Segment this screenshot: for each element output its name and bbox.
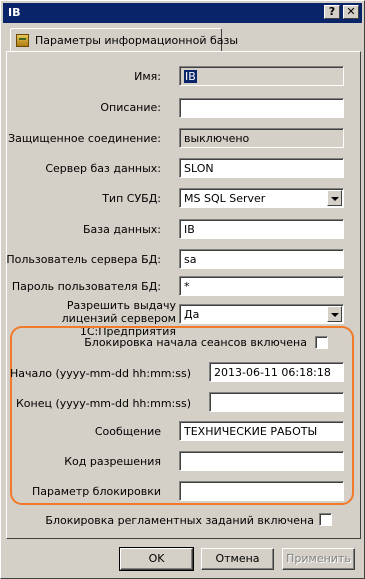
licenses-select[interactable]: Да bbox=[179, 304, 344, 324]
window-title: IB bbox=[8, 6, 21, 19]
permission-code-field[interactable] bbox=[179, 451, 344, 471]
message-field[interactable]: ТЕХНИЧЕСКИЕ РАБОТЫ bbox=[179, 421, 344, 441]
apply-button[interactable]: Применить bbox=[282, 548, 355, 570]
dialog-window: IB ? ✕ Параметры информационной базы Имя… bbox=[0, 0, 365, 579]
lock-param-label: Параметр блокировки bbox=[31, 485, 161, 498]
dbms-type-value: MS SQL Server bbox=[184, 192, 266, 205]
database-field[interactable]: IB bbox=[179, 219, 344, 239]
database-icon bbox=[16, 34, 29, 47]
db-server-field[interactable]: SLON bbox=[179, 158, 344, 178]
db-password-field[interactable]: * bbox=[179, 276, 344, 296]
description-label: Описание: bbox=[100, 101, 161, 114]
cancel-button[interactable]: Отмена bbox=[201, 548, 274, 570]
scheduled-lock-checkbox[interactable] bbox=[319, 513, 332, 526]
start-label: Начало (yyyy-mm-dd hh:mm:ss) bbox=[9, 367, 191, 380]
dbms-type-select[interactable]: MS SQL Server bbox=[179, 188, 344, 208]
db-password-label: Пароль пользователя БД: bbox=[11, 280, 161, 293]
secure-connection-label: Защищенное соединение: bbox=[8, 132, 161, 145]
secure-connection-field: выключено bbox=[179, 128, 344, 148]
chevron-down-icon[interactable] bbox=[327, 306, 342, 322]
title-bar[interactable]: IB ? ✕ bbox=[3, 3, 362, 23]
db-user-label: Пользователь сервера БД: bbox=[6, 253, 161, 266]
name-label: Имя: bbox=[134, 70, 161, 83]
close-button[interactable]: ✕ bbox=[343, 5, 359, 19]
db-server-label: Сервер баз данных: bbox=[45, 162, 161, 175]
end-field[interactable] bbox=[209, 392, 344, 412]
permission-code-label: Код разрешения bbox=[64, 455, 161, 468]
name-value: IB bbox=[184, 70, 197, 83]
session-lock-checkbox[interactable] bbox=[315, 336, 328, 349]
ok-button[interactable]: OK bbox=[119, 547, 194, 571]
message-label: Сообщение bbox=[94, 425, 161, 438]
name-field[interactable]: IB bbox=[179, 66, 344, 86]
lock-param-field[interactable] bbox=[179, 481, 344, 501]
tab-infobase-params[interactable]: Параметры информационной базы bbox=[10, 28, 238, 52]
tab-label: Параметры информационной базы bbox=[35, 34, 239, 47]
chevron-down-icon[interactable] bbox=[327, 190, 342, 206]
session-lock-label: Блокировка начала сеансов включена bbox=[84, 336, 307, 349]
licenses-value: Да bbox=[184, 308, 200, 321]
help-button[interactable]: ? bbox=[324, 5, 340, 19]
description-field[interactable] bbox=[179, 98, 344, 118]
session-lock-highlight bbox=[10, 326, 354, 505]
start-field[interactable]: 2013-06-11 06:18:18 bbox=[209, 362, 344, 382]
db-user-field[interactable]: sa bbox=[179, 249, 344, 269]
end-label: Конец (yyyy-mm-dd hh:mm:ss) bbox=[16, 397, 191, 410]
scheduled-lock-label: Блокировка регламентных заданий включена bbox=[45, 514, 314, 527]
dbms-type-label: Тип СУБД: bbox=[102, 192, 161, 205]
database-label: База данных: bbox=[82, 223, 161, 236]
